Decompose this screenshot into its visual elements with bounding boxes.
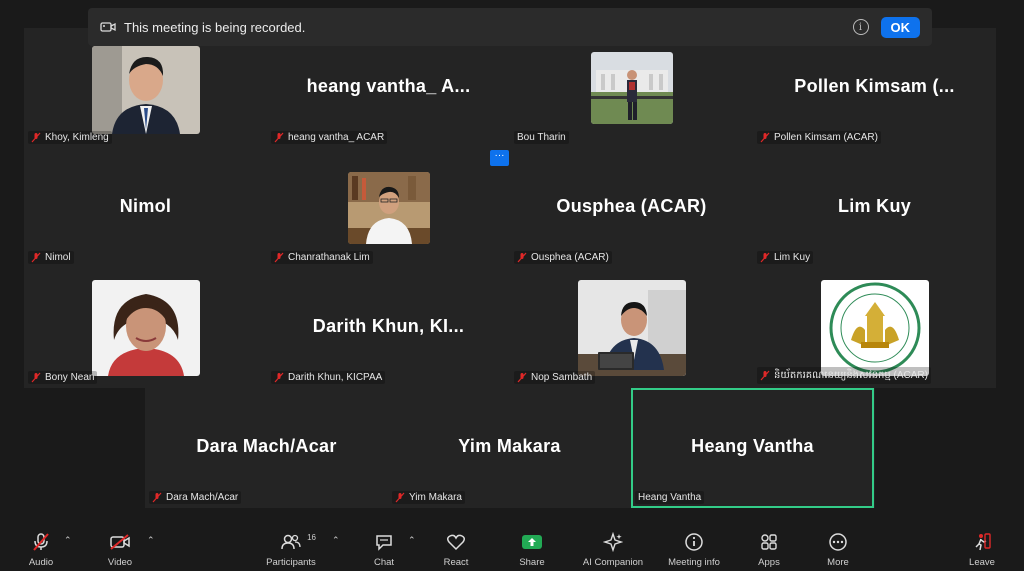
video-gallery: Khoy, Kimleng heang vantha_ A... heang v…	[24, 28, 996, 388]
participant-name-label: Nimol	[28, 251, 74, 264]
info-icon[interactable]: i	[852, 19, 869, 35]
participant-photo	[577, 280, 686, 376]
participant-tile[interactable]: Khoy, Kimleng	[24, 28, 267, 148]
participant-tile[interactable]: Lim Kuy Lim Kuy	[753, 148, 996, 268]
participant-name-label: Ousphea (ACAR)	[514, 251, 612, 264]
more-dots-icon	[829, 533, 847, 551]
share-screen-icon	[522, 535, 542, 549]
info-circle-icon	[685, 533, 703, 551]
muted-mic-icon	[517, 252, 527, 263]
participant-photo	[590, 52, 673, 124]
video-button[interactable]: Video	[85, 531, 155, 568]
more-button[interactable]: More	[803, 531, 873, 568]
participant-photo	[347, 172, 430, 244]
muted-mic-icon	[760, 132, 770, 143]
muted-mic-icon	[31, 252, 41, 263]
acar-logo-icon	[820, 280, 929, 376]
participant-display-name: Ousphea (ACAR)	[556, 196, 707, 216]
leave-icon	[975, 533, 991, 551]
participant-display-name: heang vantha_ A...	[306, 76, 471, 96]
participant-name-label: Dara Mach/Acar	[149, 491, 242, 504]
participant-name-label: Bony Nean	[28, 371, 98, 384]
apps-button[interactable]: Apps	[734, 531, 804, 568]
participant-photo	[820, 280, 929, 376]
muted-mic-icon	[274, 132, 284, 143]
participant-tile[interactable]: heang vantha_ A... heang vantha_ ACAR	[267, 28, 510, 148]
react-button[interactable]: React	[421, 531, 491, 568]
meeting-info-button[interactable]: Meeting info	[659, 531, 729, 568]
participant-name-label: Bou Tharin	[514, 131, 569, 144]
chat-icon	[376, 535, 392, 551]
muted-mic-icon	[31, 372, 41, 383]
participants-count: 16	[307, 533, 316, 542]
share-button[interactable]: Share	[497, 531, 567, 568]
participant-name-label: និយ័តករគណនេយ្យនិងសវនកម្ម (ACAR)	[757, 367, 931, 384]
participants-icon	[281, 534, 301, 550]
participant-tile[interactable]: Pollen Kimsam (... Pollen Kimsam (ACAR)	[753, 28, 996, 148]
participant-tile[interactable]: និយ័តករគណនេយ្យនិងសវនកម្ម (ACAR)	[753, 268, 996, 388]
heart-icon	[446, 534, 466, 551]
active-speaker-tile[interactable]: Heang Vantha Heang Vantha	[631, 388, 874, 508]
recording-banner: This meeting is being recorded. i OK	[88, 8, 932, 46]
participant-name-label: Khoy, Kimleng	[28, 131, 112, 144]
participant-display-name: Pollen Kimsam (...	[794, 76, 955, 96]
video-options-caret[interactable]: ⌃	[147, 535, 157, 545]
chat-options-caret[interactable]: ⌃	[408, 535, 418, 545]
participant-name-label: heang vantha_ ACAR	[271, 131, 388, 144]
participant-tile[interactable]: Dara Mach/Acar Dara Mach/Acar	[145, 388, 388, 508]
muted-mic-icon	[760, 370, 770, 381]
muted-mic-icon	[274, 252, 284, 263]
participant-tile[interactable]: Darith Khun, KI... Darith Khun, KICPAA	[267, 268, 510, 388]
recording-camera-icon	[100, 22, 116, 32]
apps-icon	[761, 534, 777, 550]
participant-tile[interactable]: Nop Sambath	[510, 268, 753, 388]
muted-mic-icon	[274, 372, 284, 383]
muted-mic-icon	[760, 252, 770, 263]
participant-name-label: Heang Vantha	[635, 491, 705, 504]
muted-mic-icon	[395, 492, 405, 503]
participants-button[interactable]: 16 Participants	[256, 531, 326, 568]
participant-display-name: Nimol	[119, 196, 172, 216]
participant-name-label: Pollen Kimsam (ACAR)	[757, 131, 881, 144]
muted-mic-icon	[152, 492, 162, 503]
participant-tile[interactable]: Yim Makara Yim Makara	[388, 388, 631, 508]
participant-display-name: Darith Khun, KI...	[312, 316, 465, 336]
more-options-button[interactable]: ···	[490, 150, 509, 166]
video-off-icon	[110, 534, 130, 550]
leave-button[interactable]: Leave	[947, 531, 1017, 568]
participant-tile[interactable]: Bou Tharin	[510, 28, 753, 148]
recording-text: This meeting is being recorded.	[124, 19, 306, 35]
sparkle-icon	[603, 532, 623, 552]
participant-name-label: Darith Khun, KICPAA	[271, 371, 386, 384]
participant-name-label: Nop Sambath	[514, 371, 596, 384]
participants-options-caret[interactable]: ⌃	[332, 535, 342, 545]
muted-mic-icon	[31, 132, 41, 143]
participant-tile[interactable]: Nimol Nimol	[24, 148, 267, 268]
participant-photo	[91, 46, 200, 134]
participant-tile[interactable]: Chanrathanak Lim	[267, 148, 510, 268]
participant-display-name: Heang Vantha	[691, 436, 814, 456]
ok-button[interactable]: OK	[880, 16, 920, 38]
participant-tile[interactable]: Bony Nean	[24, 268, 267, 388]
participant-name-label: Yim Makara	[392, 491, 465, 504]
audio-options-caret[interactable]: ⌃	[64, 535, 74, 545]
meeting-toolbar: Audio ⌃ Video ⌃ 16 Participants ⌃ Chat ⌃…	[0, 520, 1024, 571]
participant-display-name: Yim Makara	[458, 436, 561, 456]
participant-display-name: Lim Kuy	[837, 196, 912, 216]
participant-tile[interactable]: Ousphea (ACAR) Ousphea (ACAR)	[510, 148, 753, 268]
ai-companion-button[interactable]: AI Companion	[578, 531, 648, 568]
muted-mic-icon	[33, 533, 49, 551]
video-gallery-bottom-row: Dara Mach/Acar Dara Mach/Acar Yim Makara…	[145, 388, 875, 508]
participant-name-label: Lim Kuy	[757, 251, 814, 264]
muted-mic-icon	[517, 372, 527, 383]
participant-display-name: Dara Mach/Acar	[196, 436, 337, 456]
participant-photo	[91, 280, 200, 376]
participant-name-label: Chanrathanak Lim	[271, 251, 373, 264]
